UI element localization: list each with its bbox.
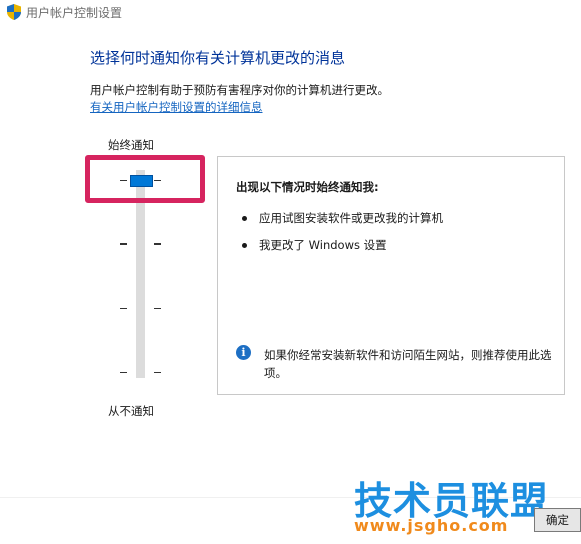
panel-title: 出现以下情况时始终通知我: [236, 180, 379, 194]
page-title: 选择何时通知你有关计算机更改的消息 [90, 49, 346, 67]
info-icon: i [236, 345, 251, 360]
slider-highlight-box [85, 155, 205, 203]
bullet-icon [242, 216, 247, 221]
bullet-icon [242, 243, 247, 248]
info-panel: 出现以下情况时始终通知我: 应用试图安装软件或更改我的计算机 我更改了 Wind… [217, 156, 565, 395]
ok-button[interactable]: 确定 [534, 508, 581, 532]
slider-bottom-label: 从不通知 [108, 404, 154, 418]
slider-tick [120, 308, 127, 309]
description-text: 用户帐户控制有助于预防有害程序对你的计算机进行更改。 [90, 83, 389, 97]
slider-tick [154, 308, 161, 309]
slider-tick [120, 372, 127, 373]
recommendation-text: 如果你经常安装新软件和访问陌生网站，则推荐使用此选项。 [264, 348, 552, 380]
shield-icon [7, 4, 21, 20]
slider-tick [120, 243, 127, 245]
slider-tick [154, 243, 161, 245]
list-item: 我更改了 Windows 设置 [242, 237, 387, 253]
details-link[interactable]: 有关用户帐户控制设置的详细信息 [90, 99, 263, 115]
watermark-url: www.jsgho.com [354, 516, 509, 535]
window-title: 用户帐户控制设置 [26, 6, 123, 20]
slider-tick [154, 372, 161, 373]
list-item-text: 我更改了 Windows 设置 [259, 238, 387, 252]
list-item: 应用试图安装软件或更改我的计算机 [242, 210, 443, 226]
list-item-text: 应用试图安装软件或更改我的计算机 [259, 211, 443, 225]
title-bar: 用户帐户控制设置 [0, 0, 581, 24]
slider-top-label: 始终通知 [108, 138, 154, 152]
watermark-logo: 技术员联盟 www.jsgho.com [340, 470, 581, 544]
